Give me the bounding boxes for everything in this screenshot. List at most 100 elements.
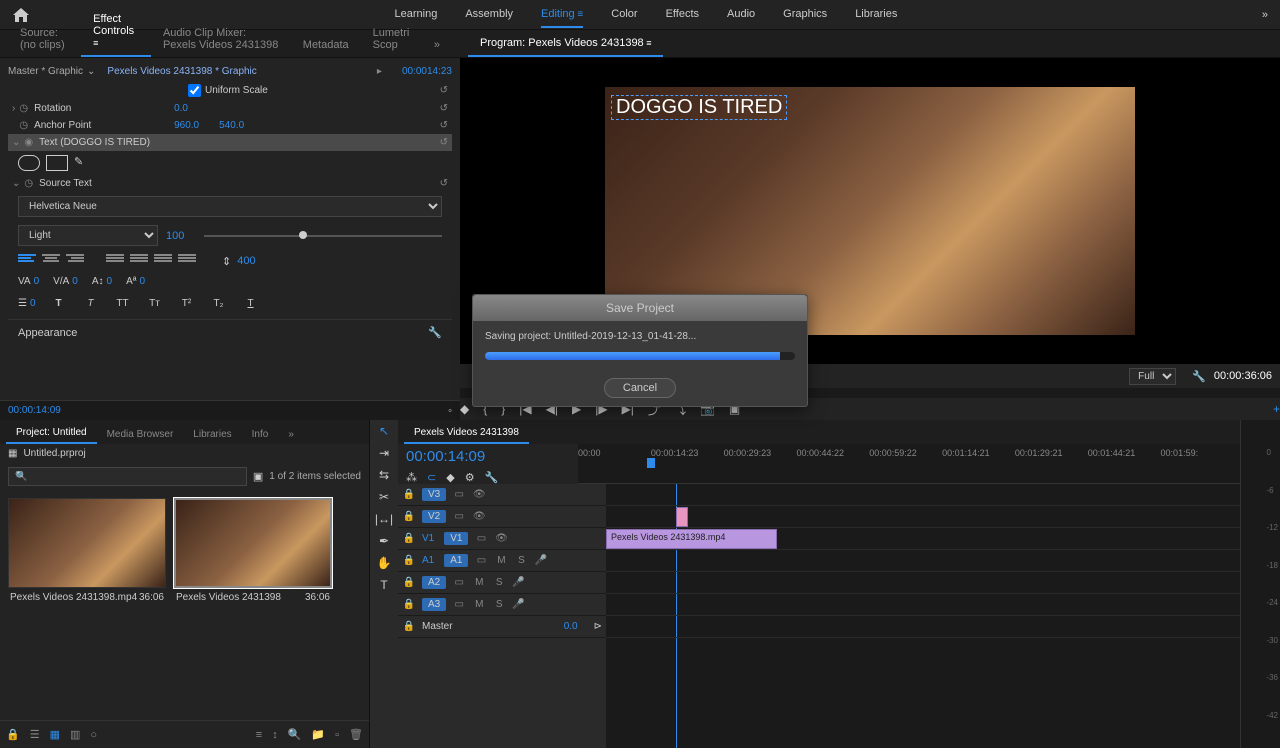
sync-icon[interactable]: ▭ [452, 489, 466, 500]
stopwatch-icon[interactable]: ◷ [19, 120, 28, 131]
voice-icon[interactable]: 🎤 [512, 599, 524, 610]
tab-project[interactable]: Project: Untitled [6, 423, 97, 444]
automate-icon[interactable]: ↕ [272, 729, 278, 741]
clip-block[interactable]: Pexels Videos 2431398.mp4 [606, 529, 777, 549]
font-size-slider[interactable] [204, 235, 442, 237]
expand-icon[interactable]: ⌄ [12, 178, 20, 189]
leading-value[interactable]: 400 [237, 255, 267, 267]
tab-lumetri[interactable]: Lumetri Scop [361, 21, 422, 57]
tab-metadata[interactable]: Metadata [291, 33, 361, 57]
italic-icon[interactable]: T [82, 295, 100, 311]
stopwatch-icon[interactable]: ◷ [19, 103, 28, 114]
ws-editing[interactable]: Editing [541, 2, 583, 28]
align-blk3-icon[interactable] [154, 254, 172, 268]
tab-effect-controls[interactable]: Effect Controls [81, 7, 151, 57]
bin-item[interactable]: Pexels Videos 2431398.mp436:06 [8, 498, 166, 607]
lock-icon[interactable]: 🔒 [402, 577, 416, 588]
solo-icon[interactable]: S [514, 555, 528, 566]
track-label[interactable]: A2 [422, 576, 446, 589]
settings-icon[interactable]: ⚙ [465, 471, 475, 484]
tab-audio-mixer[interactable]: Audio Clip Mixer: Pexels Videos 2431398 [151, 21, 291, 57]
lock-icon[interactable]: 🔒 [402, 621, 416, 632]
baseline-value[interactable]: 0 [107, 276, 113, 287]
tsume-value[interactable]: 0 [139, 276, 145, 287]
eye-icon[interactable]: 👁 [494, 533, 508, 544]
lock-icon[interactable]: 🔒 [402, 511, 416, 522]
search-input[interactable] [8, 467, 247, 486]
track-label[interactable]: V3 [422, 488, 446, 501]
wrench-icon[interactable]: 🔧 [485, 471, 499, 484]
expand-icon[interactable]: ⊳ [594, 621, 602, 632]
play-icon[interactable]: ▸ [377, 66, 382, 77]
ws-assembly[interactable]: Assembly [465, 2, 513, 28]
track-label[interactable]: V2 [422, 510, 446, 523]
bin-item[interactable]: Pexels Videos 243139836:06 [174, 498, 332, 607]
solo-icon[interactable]: S [492, 599, 506, 610]
reset-icon[interactable]: ↺ [440, 178, 448, 189]
align-left-icon[interactable] [18, 254, 36, 268]
freeform-icon[interactable]: ▥ [70, 728, 80, 741]
voice-icon[interactable]: 🎤 [534, 555, 546, 566]
wrench-icon[interactable]: 🔧 [1192, 370, 1206, 383]
mute-icon[interactable]: M [472, 577, 486, 588]
ellipse-mask-icon[interactable] [18, 155, 40, 171]
ws-effects[interactable]: Effects [666, 2, 699, 28]
panel-overflow-icon[interactable]: » [422, 33, 452, 57]
workspace-overflow-icon[interactable]: » [1262, 9, 1268, 21]
new-bin-icon[interactable]: 📁 [311, 728, 325, 741]
razor-tool-icon[interactable]: ✂ [379, 490, 389, 504]
tab-program[interactable]: Program: Pexels Videos 2431398 [468, 31, 663, 57]
track-select-icon[interactable]: ⇥ [379, 446, 389, 460]
tab-sequence[interactable]: Pexels Videos 2431398 [404, 423, 529, 444]
reset-icon[interactable]: ↺ [440, 120, 448, 131]
new-item-icon[interactable]: ▫ [335, 729, 339, 741]
list-view-icon[interactable]: ☰ [30, 728, 40, 741]
reset-icon[interactable]: ↺ [440, 85, 448, 96]
pen-tool-icon[interactable]: ✒ [379, 534, 389, 548]
lock-icon[interactable]: 🔒 [402, 599, 416, 610]
type-tool-icon[interactable]: T [380, 578, 387, 592]
lock-icon[interactable]: 🔒 [402, 489, 416, 500]
target-icon[interactable]: V1 [422, 533, 434, 544]
rect-mask-icon[interactable] [46, 155, 68, 171]
lock-icon[interactable]: 🔒 [402, 555, 416, 566]
zoom-slider-icon[interactable]: ○ [90, 729, 97, 741]
text-layer-overlay[interactable]: DOGGO IS TIRED [611, 95, 787, 120]
expand-icon[interactable]: › [12, 103, 15, 114]
lock-icon[interactable]: 🔒 [402, 533, 416, 544]
ws-audio[interactable]: Audio [727, 2, 755, 28]
stopwatch-icon[interactable]: ◷ [24, 178, 33, 189]
button-editor-icon[interactable]: + [1273, 402, 1280, 416]
tab-source[interactable]: Source: (no clips) [8, 21, 81, 57]
delete-icon[interactable]: 🗑 [349, 728, 363, 741]
hand-tool-icon[interactable]: ✋ [377, 556, 392, 570]
voice-icon[interactable]: 🎤 [512, 577, 524, 588]
track-value[interactable]: 0 [72, 276, 78, 287]
cancel-button[interactable]: Cancel [604, 378, 676, 398]
eye-icon[interactable]: 👁 [472, 511, 486, 522]
bold-icon[interactable]: T [50, 295, 68, 311]
solo-icon[interactable]: S [492, 577, 506, 588]
reset-icon[interactable]: ↺ [440, 103, 448, 114]
ripple-tool-icon[interactable]: ⇆ [379, 468, 389, 482]
anchor-y-value[interactable]: 540.0 [219, 120, 244, 131]
tab-info[interactable]: Info [242, 425, 279, 444]
chevron-down-icon[interactable]: ⌄ [87, 66, 95, 77]
sort-icon[interactable]: ≡ [256, 729, 262, 741]
ws-graphics[interactable]: Graphics [783, 2, 827, 28]
align-blk4-icon[interactable] [178, 254, 196, 268]
underline-icon[interactable]: T [242, 295, 260, 311]
sync-icon[interactable]: ▭ [474, 555, 488, 566]
align-blk1-icon[interactable] [106, 254, 124, 268]
uniform-scale-checkbox[interactable] [188, 84, 201, 97]
eye-icon[interactable]: ◉ [24, 137, 33, 148]
playhead-icon[interactable] [647, 458, 655, 468]
track-label[interactable]: V1 [444, 532, 468, 545]
marker-nav-icon[interactable]: ◦ [448, 405, 452, 417]
add-marker-icon[interactable]: ◆ [460, 402, 469, 416]
align-right-icon[interactable] [66, 254, 84, 268]
scalew-value[interactable]: 0 [30, 298, 36, 309]
font-size-value[interactable]: 100 [166, 230, 196, 242]
anchor-x-value[interactable]: 960.0 [174, 120, 199, 131]
snap-icon[interactable]: ⁂ [406, 471, 417, 484]
